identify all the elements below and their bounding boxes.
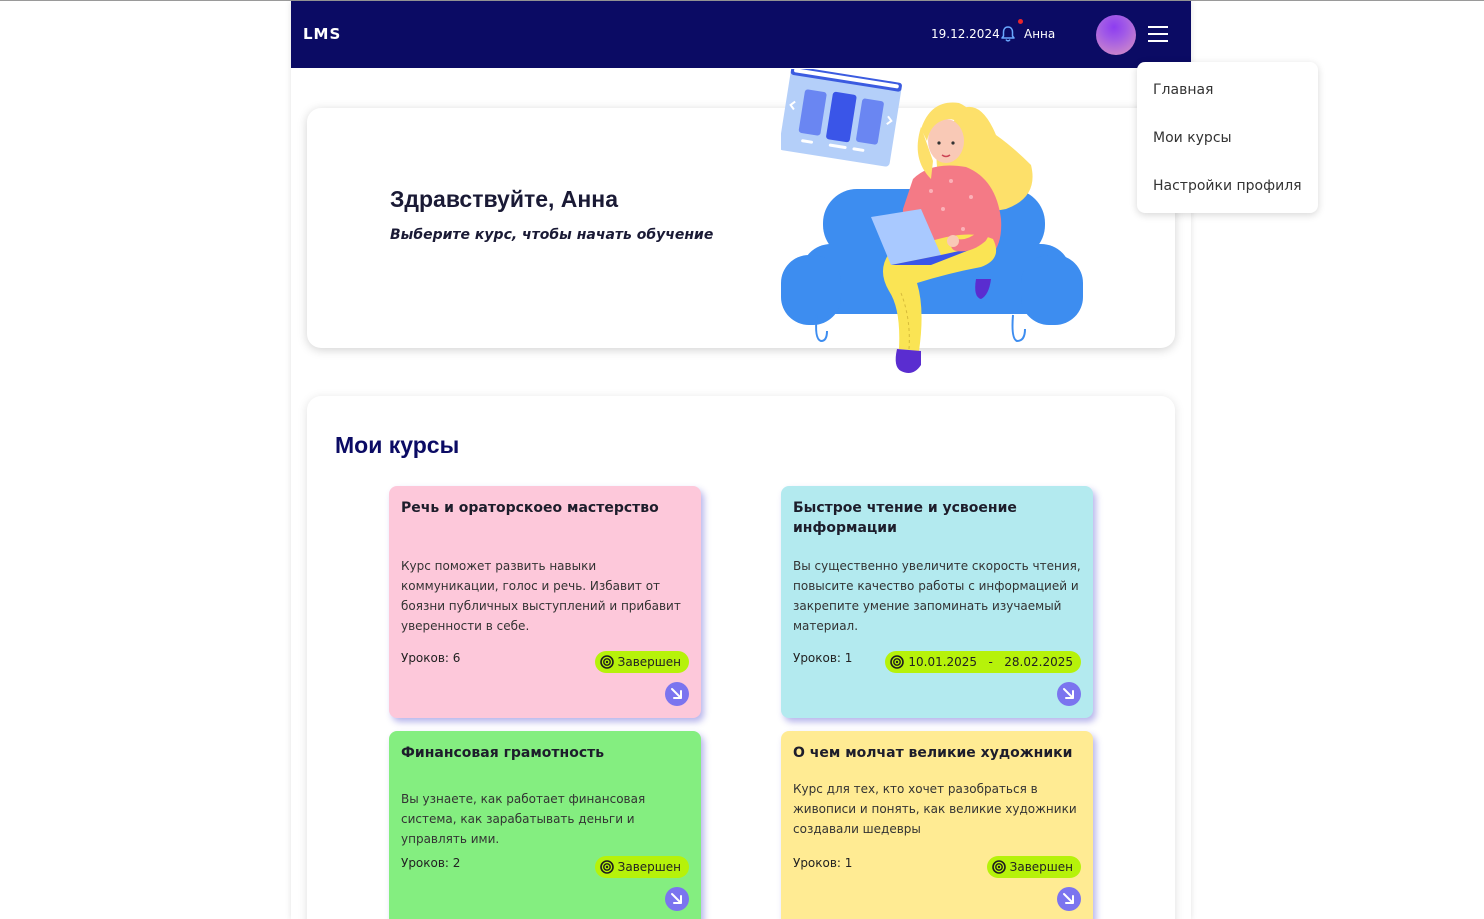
top-header: LMS 19.12.2024 Анна — [291, 1, 1191, 68]
arrow-down-right-icon — [671, 688, 682, 699]
lessons-count: Уроков: 2 — [401, 856, 461, 870]
menu-item-my-courses[interactable]: Мои курсы — [1153, 130, 1232, 146]
bell-icon[interactable] — [1000, 25, 1016, 43]
my-courses-panel: Мои курсы Речь и ораторскоео мастерство … — [307, 396, 1175, 919]
lessons-count: Уроков: 6 — [401, 651, 461, 665]
target-icon — [991, 860, 1006, 874]
status-badge: Завершен — [594, 856, 689, 878]
course-title[interactable]: Речь и ораторскоео мастерство — [401, 498, 691, 518]
open-course-button[interactable] — [1057, 887, 1081, 911]
arrow-down-right-icon — [1063, 893, 1074, 904]
user-menu-dropdown: Главная Мои курсы Настройки профиля — [1137, 62, 1318, 213]
target-icon — [599, 655, 614, 669]
course-title[interactable]: Финансовая грамотность — [401, 743, 691, 763]
open-course-button[interactable] — [1057, 682, 1081, 706]
arrow-down-right-icon — [1063, 688, 1074, 699]
course-card[interactable]: О чем молчат великие художники Курс для … — [781, 731, 1093, 919]
menu-item-home[interactable]: Главная — [1153, 82, 1213, 98]
status-badge: Завершен — [594, 651, 689, 673]
current-date: 19.12.2024 — [931, 27, 1000, 41]
course-card[interactable]: Речь и ораторскоео мастерство Курс помож… — [389, 486, 701, 718]
status-text: Завершен — [617, 655, 681, 669]
course-description: Вы существенно увеличите скорость чтения… — [793, 559, 1081, 633]
open-course-button[interactable] — [665, 887, 689, 911]
arrow-down-right-icon — [671, 893, 682, 904]
status-badge: Завершен — [986, 856, 1081, 878]
lessons-count: Уроков: 1 — [793, 856, 853, 870]
user-name[interactable]: Анна — [1024, 27, 1055, 41]
app-window: LMS 19.12.2024 Анна Здравствуйте, Анна В… — [291, 1, 1191, 919]
avatar[interactable] — [1096, 15, 1136, 55]
course-card[interactable]: Финансовая грамотность Вы узнаете, как р… — [389, 731, 701, 919]
notification-dot — [1018, 19, 1023, 24]
course-card[interactable]: Быстрое чтение и усвоение информации Вы … — [781, 486, 1093, 718]
course-description: Курс для тех, кто хочет разобраться в жи… — [793, 782, 1077, 836]
logo[interactable]: LMS — [303, 25, 341, 43]
status-text: Завершен — [617, 860, 681, 874]
welcome-subtitle: Выберите курс, чтобы начать обучение — [390, 227, 714, 243]
menu-item-profile-settings[interactable]: Настройки профиля — [1153, 178, 1302, 194]
status-text: Завершен — [1009, 860, 1073, 874]
course-description: Курс поможет развить навыки коммуникации… — [401, 559, 681, 633]
section-title: Мои курсы — [335, 432, 460, 458]
girl-on-sofa-illustration — [781, 69, 1083, 373]
open-course-button[interactable] — [665, 682, 689, 706]
target-icon — [890, 655, 905, 669]
menu-icon[interactable] — [1148, 26, 1168, 43]
course-title[interactable]: Быстрое чтение и усвоение информации — [793, 498, 1083, 538]
date-range-text: 10.01.2025 - 28.02.2025 — [908, 655, 1073, 669]
target-icon — [599, 860, 614, 874]
lessons-count: Уроков: 1 — [793, 651, 853, 665]
course-description: Вы узнаете, как работает финансовая сист… — [401, 792, 646, 846]
course-title[interactable]: О чем молчат великие художники — [793, 743, 1083, 763]
welcome-title: Здравствуйте, Анна — [390, 186, 618, 212]
date-range-badge: 10.01.2025 - 28.02.2025 — [885, 651, 1081, 673]
